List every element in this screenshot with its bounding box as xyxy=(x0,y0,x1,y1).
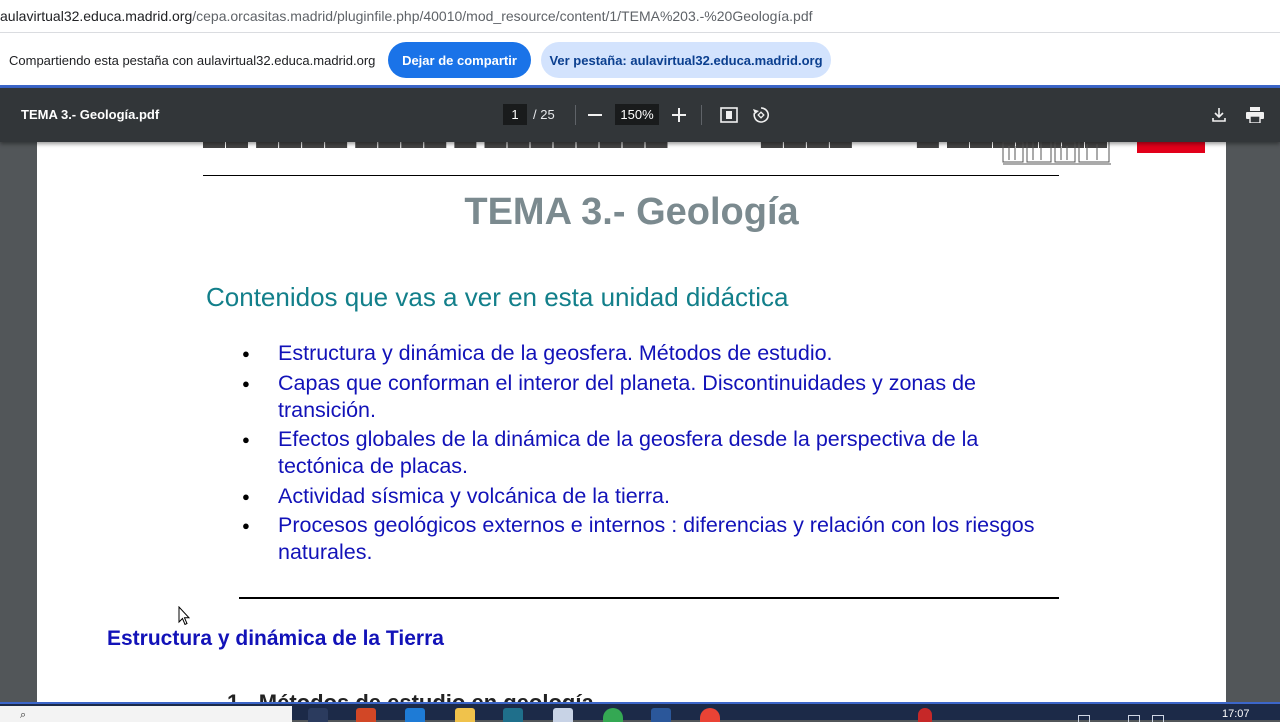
list-item: Estructura y dinámica de la geosfera. Mé… xyxy=(242,340,1058,367)
next-heading-partial: 1.- Métodos de estudio en geología xyxy=(227,690,594,702)
fit-to-page-button[interactable] xyxy=(715,101,743,129)
print-button[interactable] xyxy=(1241,101,1269,129)
zoom-level-input[interactable]: 150% xyxy=(615,104,659,125)
header-rule xyxy=(203,175,1059,176)
page-number-input[interactable]: 1 xyxy=(503,104,527,125)
toolbar-divider xyxy=(701,105,702,125)
tray-icon[interactable] xyxy=(1078,715,1090,722)
fit-page-icon xyxy=(720,107,738,123)
minus-icon xyxy=(588,114,602,116)
taskbar: ⌕ 17:07 xyxy=(0,702,1280,722)
sharing-message: Compartiendo esta pestaña con aulavirtua… xyxy=(9,53,376,68)
pdf-viewer[interactable]: ▬▬ ▬▬▬▬ ▬▬▬▬ ▬ ▬▬▬▬▬▬▬▬ ▬▬▬▬ ▬ ▬▬▬▬▬▬▬ T… xyxy=(0,142,1280,702)
toolbar-divider xyxy=(575,105,576,125)
tab-sharing-bar: Compartiendo esta pestaña con aulavirtua… xyxy=(0,33,1280,88)
contents-list: Estructura y dinámica de la geosfera. Mé… xyxy=(242,340,1058,569)
download-button[interactable] xyxy=(1205,101,1233,129)
header-cut-text: ▬▬ ▬▬▬▬ ▬▬▬▬ ▬ ▬▬▬▬▬▬▬▬ ▬▬▬▬ ▬ ▬▬▬▬▬▬▬ xyxy=(203,142,1108,154)
rotate-button[interactable] xyxy=(747,101,775,129)
pdf-page: ▬▬ ▬▬▬▬ ▬▬▬▬ ▬ ▬▬▬▬▬▬▬▬ ▬▬▬▬ ▬ ▬▬▬▬▬▬▬ T… xyxy=(37,142,1226,702)
pdf-title: TEMA 3.- Geología.pdf xyxy=(21,107,160,122)
pdf-toolbar: TEMA 3.- Geología.pdf 1 / 25 150% xyxy=(0,88,1280,142)
list-item: Actividad sísmica y volcánica de la tier… xyxy=(242,483,1058,510)
zoom-in-button[interactable] xyxy=(665,101,693,129)
section-rule xyxy=(239,597,1059,599)
school-logo xyxy=(1002,142,1111,165)
taskbar-clock[interactable]: 17:07 xyxy=(1222,708,1250,720)
zoom-out-button[interactable] xyxy=(581,101,609,129)
tray-icon[interactable] xyxy=(1128,715,1140,722)
url-text[interactable]: aulavirtual32.educa.madrid.org/cepa.orca… xyxy=(0,8,813,24)
page-total: / 25 xyxy=(533,107,555,122)
print-icon xyxy=(1246,107,1264,123)
view-tab-button[interactable]: Ver pestaña: aulavirtual32.educa.madrid.… xyxy=(541,42,831,78)
download-icon xyxy=(1212,108,1226,122)
stop-sharing-button[interactable]: Dejar de compartir xyxy=(388,42,531,78)
search-icon: ⌕ xyxy=(20,709,27,721)
section-heading: Estructura y dinámica de la Tierra xyxy=(107,627,444,650)
list-item: Capas que conforman el interor del plane… xyxy=(242,370,1058,424)
address-bar[interactable]: aulavirtual32.educa.madrid.org/cepa.orca… xyxy=(0,0,1280,33)
plus-icon xyxy=(672,108,686,122)
contents-heading: Contenidos que vas a ver en esta unidad … xyxy=(206,282,789,312)
list-item: Efectos globales de la dinámica de la ge… xyxy=(242,426,1058,480)
mouse-cursor-icon xyxy=(178,606,190,626)
rotate-icon xyxy=(753,107,769,123)
volume-icon[interactable] xyxy=(1152,715,1164,722)
document-title: TEMA 3.- Geología xyxy=(464,191,799,233)
list-item: Procesos geológicos externos e internos … xyxy=(242,512,1058,566)
community-flag-logo xyxy=(1137,142,1205,153)
